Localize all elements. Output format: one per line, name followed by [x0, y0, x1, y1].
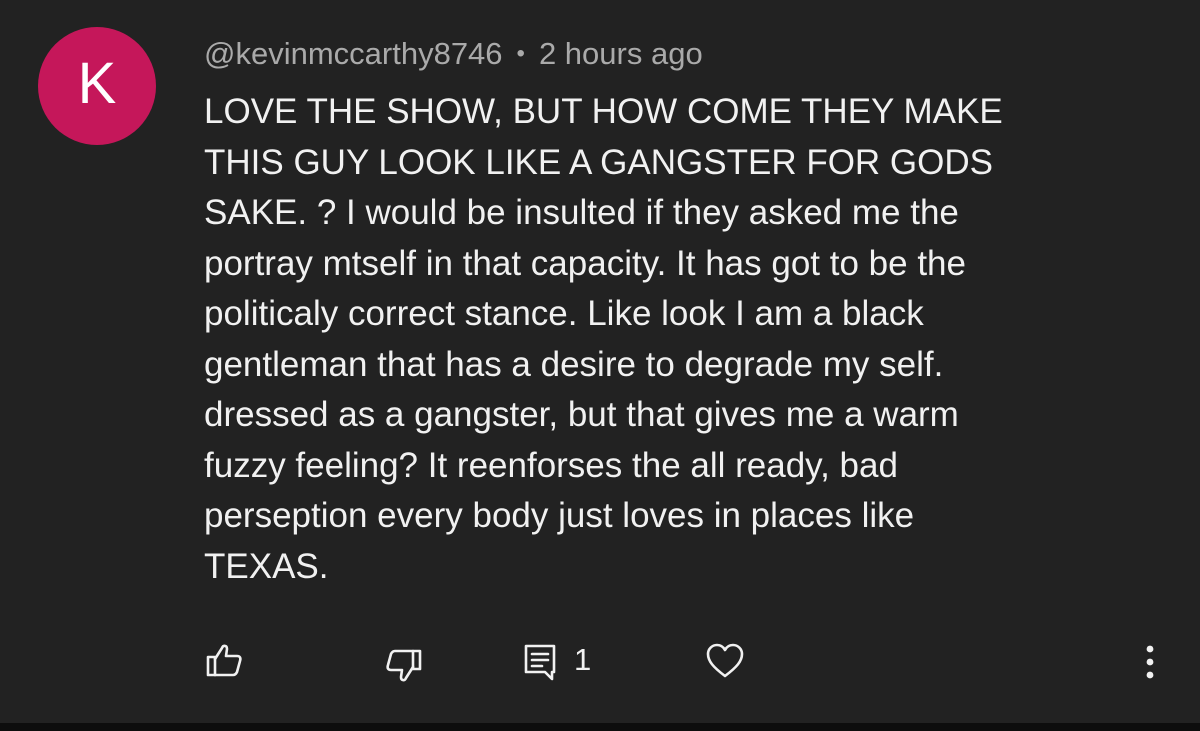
reply-count: 1 — [574, 642, 592, 677]
thumbs-up-icon — [206, 644, 242, 677]
timestamp[interactable]: 2 hours ago — [539, 36, 703, 71]
dislike-button[interactable] — [380, 642, 428, 690]
username[interactable]: @kevinmccarthy8746 — [204, 36, 503, 71]
meta-separator: • — [516, 40, 525, 67]
comment-meta: @kevinmccarthy8746 • 2 hours ago — [204, 34, 703, 77]
comment-text: LOVE THE SHOW, BUT HOW COME THEY MAKE TH… — [204, 92, 1003, 586]
avatar[interactable]: K — [38, 27, 156, 145]
comment-card: K @kevinmccarthy8746 • 2 hours ago LOVE TH… — [0, 0, 1200, 731]
comment-icon — [524, 644, 556, 681]
avatar-letter: K — [77, 51, 117, 116]
more-options-button[interactable] — [1130, 638, 1170, 686]
heart-button[interactable] — [700, 638, 750, 684]
heart-icon — [706, 643, 744, 678]
reply-button[interactable] — [518, 640, 562, 684]
comment-actions: 1 — [0, 630, 1200, 690]
bottom-divider — [0, 723, 1200, 731]
thumbs-down-icon — [386, 649, 422, 682]
more-vertical-icon — [1146, 645, 1154, 679]
like-button[interactable] — [200, 636, 248, 684]
